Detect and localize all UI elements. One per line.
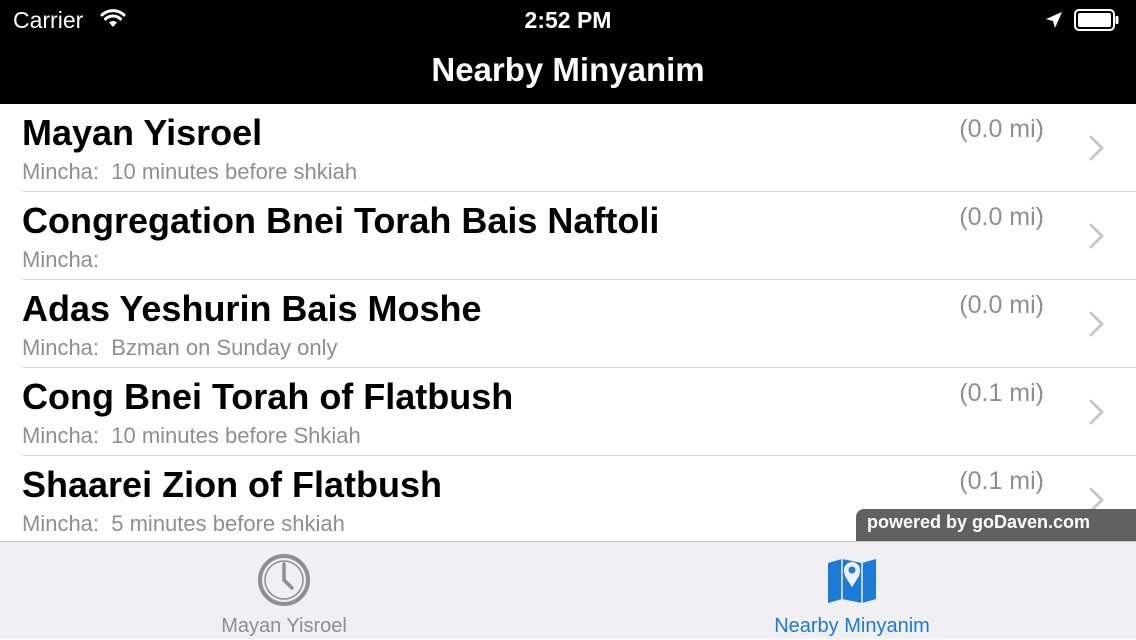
minyan-detail: Mincha: xyxy=(22,247,100,272)
tab-nearby-minyanim[interactable]: Nearby Minyanim xyxy=(568,542,1136,640)
status-time: 2:52 PM xyxy=(524,7,612,33)
minyan-distance: (0.1 mi) xyxy=(959,467,1044,495)
tab-label: Mayan Yisroel xyxy=(221,615,347,637)
navigation-bar: Nearby Minyanim xyxy=(0,40,1136,104)
chevron-right-icon xyxy=(1088,134,1106,167)
minyanim-list[interactable]: Mayan Yisroel Mincha: 10 minutes before … xyxy=(0,104,1136,541)
tab-mayan-yisroel[interactable]: Mayan Yisroel xyxy=(0,542,568,640)
minyan-distance: (0.0 mi) xyxy=(959,203,1044,231)
minyan-detail: Mincha: 10 minutes before Shkiah xyxy=(22,423,361,448)
status-bar: Carrier 2:52 PM xyxy=(0,0,1136,40)
minyan-name: Mayan Yisroel xyxy=(22,112,263,153)
minyan-name: Congregation Bnei Torah Bais Naftoli xyxy=(22,200,660,241)
list-item[interactable]: Cong Bnei Torah of Flatbush Mincha: 10 m… xyxy=(0,368,1136,456)
page-title: Nearby Minyanim xyxy=(431,51,705,88)
map-pin-icon xyxy=(823,551,881,609)
minyan-detail: Mincha: Bzman on Sunday only xyxy=(22,335,338,360)
minyan-detail: Mincha: 10 minutes before shkiah xyxy=(22,159,358,184)
clock-icon xyxy=(255,551,313,609)
list-item[interactable]: Adas Yeshurin Bais Moshe Mincha: Bzman o… xyxy=(0,280,1136,368)
minyan-distance: (0.0 mi) xyxy=(959,115,1044,143)
list-item[interactable]: Congregation Bnei Torah Bais Naftoli Min… xyxy=(0,192,1136,280)
tab-bar: Mayan Yisroel Nearby Minyanim xyxy=(0,541,1136,639)
minyan-name: Adas Yeshurin Bais Moshe xyxy=(22,288,482,329)
minyan-name: Shaarei Zion of Flatbush xyxy=(22,464,443,505)
minyan-distance: (0.0 mi) xyxy=(959,291,1044,319)
minyan-distance: (0.1 mi) xyxy=(959,379,1044,407)
powered-by-badge[interactable]: powered by goDaven.com xyxy=(856,509,1136,541)
chevron-right-icon xyxy=(1088,310,1106,343)
list-item[interactable]: Mayan Yisroel Mincha: 10 minutes before … xyxy=(0,104,1136,192)
battery-icon xyxy=(1074,9,1120,31)
chevron-right-icon xyxy=(1088,222,1106,255)
chevron-right-icon xyxy=(1088,398,1106,431)
minyan-name: Cong Bnei Torah of Flatbush xyxy=(22,376,514,417)
location-arrow-icon xyxy=(1044,10,1064,35)
minyan-detail: Mincha: 5 minutes before shkiah xyxy=(22,511,345,536)
tab-label: Nearby Minyanim xyxy=(774,615,930,637)
